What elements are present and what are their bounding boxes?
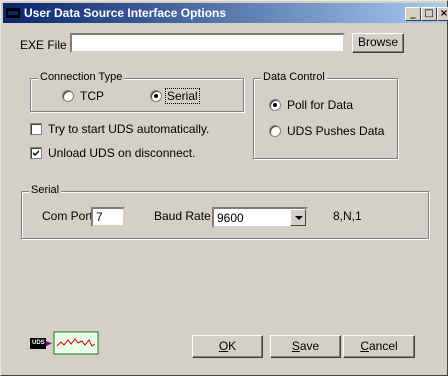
com-port-label: Com Port xyxy=(42,209,93,223)
poll-for-data-radio[interactable] xyxy=(269,99,281,111)
uds-pushes-data-radio[interactable] xyxy=(269,125,281,137)
browse-button[interactable]: Browse xyxy=(352,33,404,53)
cancel-mnemonic: C xyxy=(360,339,369,353)
data-control-group: Data Control xyxy=(253,71,398,159)
ok-button[interactable]: OK xyxy=(192,335,263,358)
baud-rate-select[interactable]: 9600 xyxy=(212,207,308,228)
data-control-legend: Data Control xyxy=(261,71,327,83)
exe-file-label: EXE File xyxy=(20,38,67,52)
maximize-button[interactable]: □ xyxy=(421,7,437,21)
title-bar[interactable]: User Data Source Interface Options _ □ × xyxy=(3,3,448,23)
uds-logo-text: UDS xyxy=(32,340,45,346)
app-icon xyxy=(6,8,20,18)
unload-on-disconnect-checkbox[interactable] xyxy=(30,147,42,159)
baud-rate-label: Baud Rate xyxy=(154,209,211,223)
checkmark-icon xyxy=(33,150,39,156)
poll-for-data-label[interactable]: Poll for Data xyxy=(287,98,353,112)
chevron-down-icon[interactable] xyxy=(290,209,306,226)
connection-type-legend: Connection Type xyxy=(38,71,125,83)
exe-file-input[interactable] xyxy=(70,33,345,53)
tcp-radio[interactable] xyxy=(62,90,74,102)
unload-on-disconnect-label[interactable]: Unload UDS on disconnect. xyxy=(48,146,195,160)
uds-logo: UDS xyxy=(30,331,100,355)
com-port-input[interactable]: 7 xyxy=(91,207,125,227)
auto-start-checkbox[interactable] xyxy=(30,123,42,135)
baud-rate-value: 9600 xyxy=(217,211,244,225)
tcp-label[interactable]: TCP xyxy=(80,89,104,103)
close-button[interactable]: × xyxy=(437,7,448,21)
serial-radio[interactable] xyxy=(150,90,162,102)
ok-mnemonic: O xyxy=(218,339,229,353)
minimize-button[interactable]: _ xyxy=(405,7,421,21)
auto-start-label[interactable]: Try to start UDS automatically. xyxy=(48,122,209,136)
cancel-button[interactable]: Cancel xyxy=(343,335,415,358)
cancel-label: ancel xyxy=(368,339,398,353)
serial-label[interactable]: Serial xyxy=(165,88,200,104)
save-button[interactable]: Save xyxy=(270,335,341,358)
uds-pushes-data-label[interactable]: UDS Pushes Data xyxy=(287,124,384,138)
serial-legend: Serial xyxy=(29,184,62,196)
window-title: User Data Source Interface Options xyxy=(24,6,227,20)
ok-label: K xyxy=(228,339,237,353)
serial-format-text: 8,N,1 xyxy=(333,209,362,223)
save-mnemonic: S xyxy=(291,339,300,353)
dialog-window: User Data Source Interface Options _ □ ×… xyxy=(0,0,448,376)
save-label: ave xyxy=(299,339,320,353)
